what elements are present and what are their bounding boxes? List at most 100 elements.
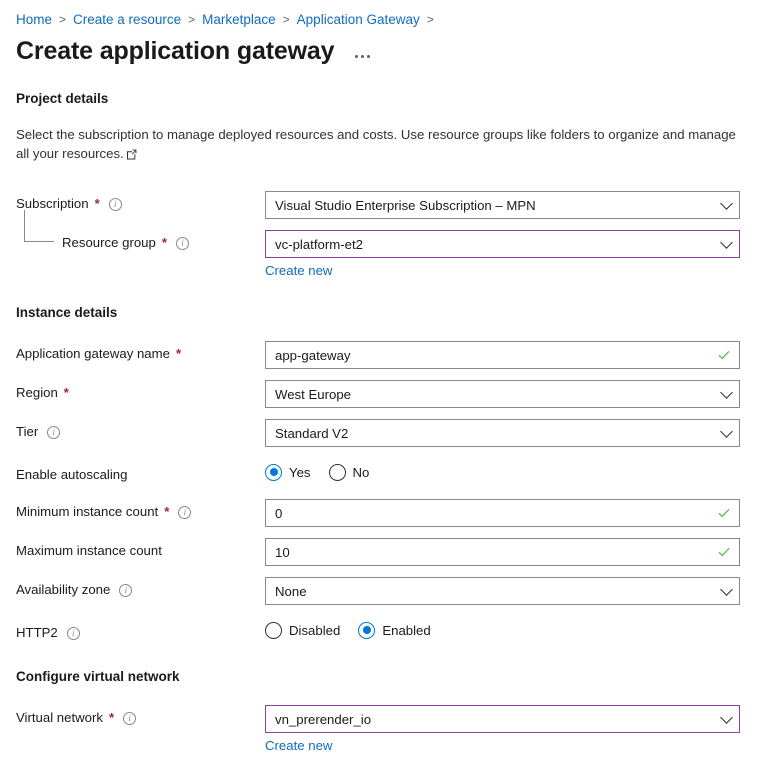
gateway-name-label: Application gateway name <box>16 346 170 361</box>
required-asterisk: * <box>175 346 182 361</box>
info-icon[interactable]: i <box>47 425 61 439</box>
availability-zone-field-col: None <box>265 577 740 605</box>
chevron-down-icon <box>720 197 733 210</box>
info-icon[interactable]: i <box>66 626 80 640</box>
region-field-col: West Europe <box>265 380 740 408</box>
chevron-down-icon <box>720 386 733 399</box>
field-row-enable-autoscaling: Enable autoscaling Yes No <box>16 458 744 486</box>
autoscaling-label-group: Enable autoscaling <box>16 458 265 485</box>
required-asterisk: * <box>161 235 167 250</box>
http2-radio-group: Disabled Enabled <box>265 616 740 644</box>
field-row-resource-group: Resource group * i vc-platform-et2 Create… <box>16 210 744 280</box>
info-icon[interactable]: i <box>178 505 192 519</box>
availability-zone-value: None <box>275 583 307 599</box>
autoscaling-radio-no[interactable]: No <box>328 463 370 481</box>
required-asterisk: * <box>63 385 69 400</box>
tier-label-group: Tier i <box>16 419 265 442</box>
breadcrumb-item-home[interactable]: Home <box>16 11 52 29</box>
gateway-name-field-col: app-gateway <box>265 341 740 369</box>
radio-icon-selected <box>265 463 282 481</box>
http2-radio-enabled[interactable]: Enabled <box>358 621 431 639</box>
field-row-subscription: Subscription * i Visual Studio Enterprise… <box>16 191 744 219</box>
radio-icon-selected <box>358 621 376 639</box>
resource-group-label: Resource group <box>62 235 156 250</box>
min-instance-value: 0 <box>275 505 283 521</box>
autoscaling-no-label: No <box>352 464 370 480</box>
breadcrumb-item-marketplace[interactable]: Marketplace <box>202 11 276 29</box>
breadcrumb-item-application-gateway[interactable]: Application Gateway <box>297 11 420 29</box>
max-instance-label: Maximum instance count <box>16 543 162 558</box>
resource-group-dropdown[interactable]: vc-platform-et2 <box>265 230 740 258</box>
create-new-vnet-link[interactable]: Create new <box>265 737 332 755</box>
max-instance-input[interactable]: 10 <box>265 538 740 566</box>
breadcrumb-separator-icon: > <box>426 12 434 26</box>
min-instance-label: Minimum instance count <box>16 504 159 519</box>
field-row-virtual-network: Virtual network * i vn_prerender_io Creat… <box>16 705 744 755</box>
info-icon[interactable]: i <box>123 711 137 725</box>
radio-icon-unselected <box>328 463 346 481</box>
dot <box>361 54 365 58</box>
section-heading-configure-virtual-network: Configure virtual network <box>16 669 180 684</box>
chevron-down-icon <box>720 583 733 596</box>
info-icon[interactable]: i <box>119 583 133 597</box>
breadcrumb-separator-icon: > <box>188 12 196 26</box>
min-instance-input[interactable]: 0 <box>265 499 740 527</box>
field-row-max-instance-count: Maximum instance count 10 <box>16 538 744 566</box>
field-row-http2: HTTP2 i Disabled Enabled <box>16 616 744 644</box>
info-icon[interactable]: i <box>108 197 122 211</box>
dot <box>367 54 371 58</box>
http2-disabled-label: Disabled <box>289 622 341 638</box>
info-icon[interactable]: i <box>175 236 189 250</box>
valid-check-icon <box>718 507 730 519</box>
region-label: Region <box>16 385 58 400</box>
http2-radio-disabled[interactable]: Disabled <box>265 621 341 639</box>
field-row-availability-zone: Availability zone i None <box>16 577 744 605</box>
field-row-min-instance-count: Minimum instance count * i 0 <box>16 499 744 527</box>
required-asterisk: * <box>164 504 170 519</box>
max-instance-value: 10 <box>275 544 290 560</box>
subscription-field-col: Visual Studio Enterprise Subscription – … <box>265 191 740 219</box>
create-new-resource-group-link[interactable]: Create new <box>265 262 332 280</box>
autoscaling-field-col: Yes No <box>265 458 740 486</box>
more-options-icon[interactable] <box>352 52 373 61</box>
region-dropdown[interactable]: West Europe <box>265 380 740 408</box>
breadcrumb-item-create-a-resource[interactable]: Create a resource <box>73 11 181 29</box>
availability-zone-dropdown[interactable]: None <box>265 577 740 605</box>
min-instance-field-col: 0 <box>265 499 740 527</box>
subscription-value: Visual Studio Enterprise Subscription – … <box>275 197 536 213</box>
tier-dropdown[interactable]: Standard V2 <box>265 419 740 447</box>
autoscaling-yes-label: Yes <box>289 464 311 480</box>
breadcrumb-separator-icon: > <box>59 12 67 26</box>
field-row-region: Region * West Europe <box>16 380 744 408</box>
project-details-description: Select the subscription to manage deploy… <box>16 125 738 165</box>
breadcrumb-separator-icon: > <box>282 12 290 26</box>
gateway-name-input[interactable]: app-gateway <box>265 341 740 369</box>
section-heading-instance-details: Instance details <box>16 305 118 320</box>
breadcrumb: Home > Create a resource > Marketplace >… <box>0 0 760 30</box>
subscription-dropdown[interactable]: Visual Studio Enterprise Subscription – … <box>265 191 740 219</box>
resource-group-label-group: Resource group * i <box>16 210 265 253</box>
valid-check-icon <box>718 349 730 361</box>
autoscaling-radio-yes[interactable]: Yes <box>265 463 311 481</box>
external-link-icon[interactable] <box>126 146 137 165</box>
project-details-description-text: Select the subscription to manage deploy… <box>16 127 736 161</box>
virtual-network-dropdown[interactable]: vn_prerender_io <box>265 705 740 733</box>
required-asterisk: * <box>94 196 100 211</box>
vnet-label-group: Virtual network * i <box>16 705 265 728</box>
http2-label: HTTP2 <box>16 625 58 640</box>
autoscaling-label: Enable autoscaling <box>16 467 128 482</box>
region-label-group: Region * <box>16 380 265 403</box>
tree-connector-icon <box>24 210 54 242</box>
http2-field-col: Disabled Enabled <box>265 616 740 644</box>
tier-value: Standard V2 <box>275 425 349 441</box>
autoscaling-radio-group: Yes No <box>265 458 740 486</box>
radio-icon-unselected <box>265 621 282 639</box>
valid-check-icon <box>718 546 730 558</box>
region-value: West Europe <box>275 386 351 402</box>
vnet-label: Virtual network <box>16 710 103 725</box>
min-instance-label-group: Minimum instance count * i <box>16 499 265 522</box>
dot <box>355 54 359 58</box>
max-instance-field-col: 10 <box>265 538 740 566</box>
http2-enabled-label: Enabled <box>382 622 431 638</box>
field-row-gateway-name: Application gateway name * app-gateway <box>16 341 744 369</box>
